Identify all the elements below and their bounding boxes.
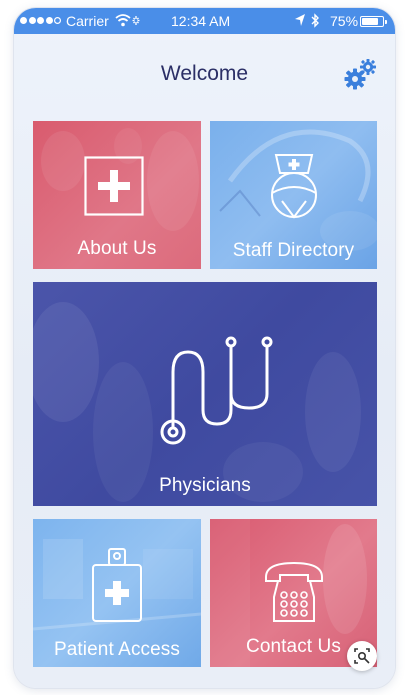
- telephone-icon: [265, 561, 323, 622]
- bluetooth-icon: [310, 13, 320, 31]
- page-title: Welcome: [160, 62, 249, 85]
- location-arrow-icon: [294, 13, 306, 30]
- phone-screen: Carrier 12:34 AM 75% Welcome About Us St…: [14, 8, 395, 688]
- patient-id-badge-icon: [92, 548, 142, 622]
- wifi-icon: [115, 13, 141, 32]
- patient-access-label: Patient Access: [53, 639, 181, 660]
- visual-search-icon: [354, 648, 370, 664]
- status-bar: Carrier 12:34 AM 75%: [14, 8, 395, 34]
- status-time: 12:34 AM: [171, 13, 231, 29]
- signal-strength-icon: [20, 17, 61, 24]
- about-us-label: About Us: [77, 238, 157, 259]
- battery-percentage: 75%: [330, 13, 359, 29]
- medical-cross-icon: [84, 156, 144, 216]
- battery-icon: [360, 16, 387, 27]
- tile-patient-access[interactable]: Patient Access: [33, 519, 201, 667]
- tile-physicians[interactable]: Physicians: [33, 282, 377, 506]
- tile-staff-directory[interactable]: Staff Directory: [210, 121, 377, 269]
- zoom-lens-button[interactable]: [347, 641, 377, 671]
- carrier-name: Carrier: [66, 13, 109, 29]
- header: Welcome: [14, 34, 395, 106]
- gears-icon: [344, 59, 376, 90]
- settings-button[interactable]: [344, 57, 378, 91]
- staff-directory-label: Staff Directory: [232, 240, 355, 261]
- stethoscope-icon: [160, 336, 273, 445]
- nurse-icon: [271, 154, 317, 219]
- physicians-label: Physicians: [159, 475, 251, 496]
- tile-about-us[interactable]: About Us: [33, 121, 201, 269]
